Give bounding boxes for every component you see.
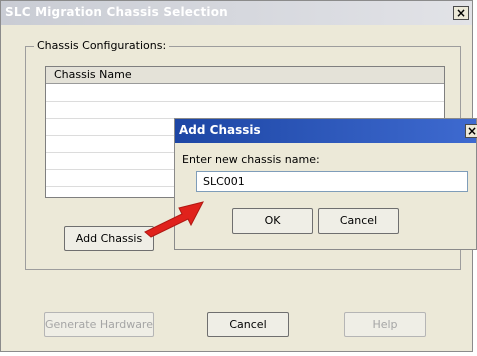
arrow-shape bbox=[144, 201, 204, 238]
red-arrow-icon bbox=[144, 201, 204, 238]
